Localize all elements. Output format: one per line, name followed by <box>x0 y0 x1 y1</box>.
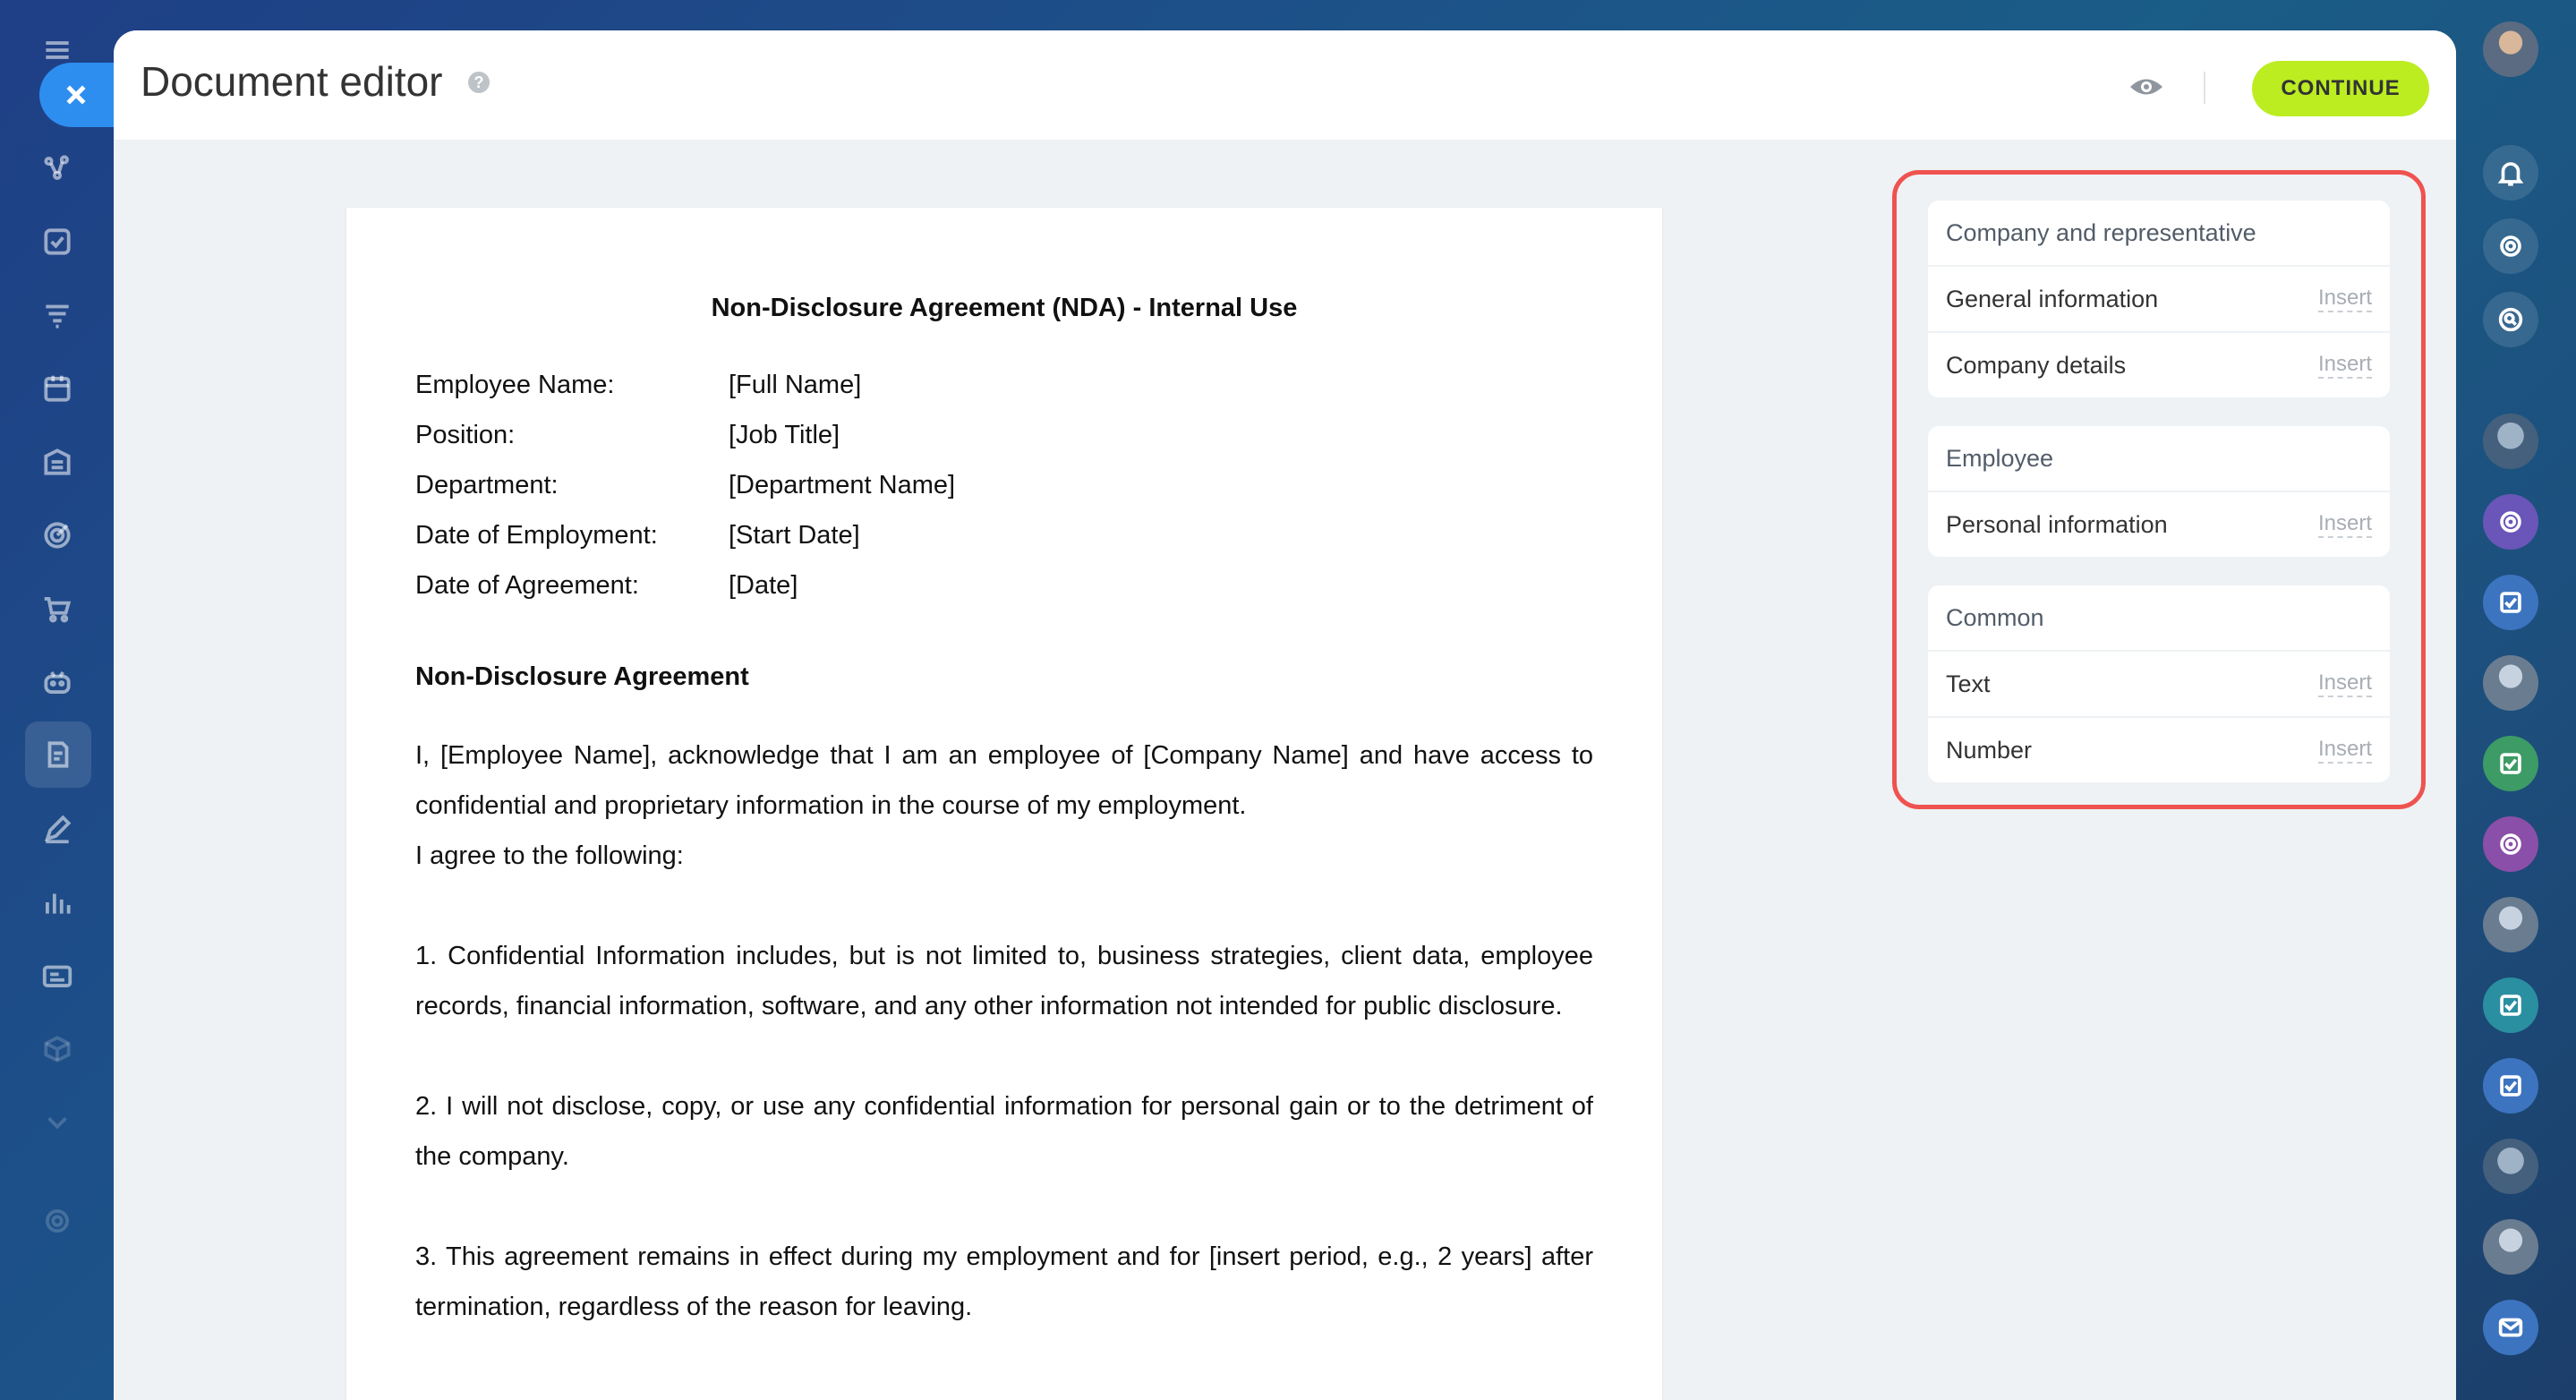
filter-icon[interactable] <box>32 290 82 340</box>
cart-icon[interactable] <box>32 584 82 634</box>
archive-icon[interactable] <box>32 437 82 487</box>
document-title: Non-Disclosure Agreement (NDA) - Interna… <box>711 294 1298 322</box>
document-paragraph: 1. Confidential Information includes, bu… <box>415 942 1593 1020</box>
field-item-company-details[interactable]: Company details Insert <box>1928 333 2390 397</box>
document-page[interactable]: Non-Disclosure Agreement (NDA) - Interna… <box>346 208 1662 1400</box>
field-item-label: General information <box>1946 285 2159 312</box>
chevron-down-icon[interactable] <box>32 1097 82 1148</box>
field-item-personal-information[interactable]: Personal information Insert <box>1928 492 2390 557</box>
task-chat-icon[interactable] <box>2483 977 2538 1033</box>
field-label: Date of Employment: <box>415 521 658 550</box>
field-item-label: Text <box>1946 670 1991 697</box>
field-item-label: Company details <box>1946 351 2127 379</box>
continue-button[interactable]: CONTINUE <box>2252 61 2429 116</box>
field-group-common: Common Text Insert Number Insert <box>1928 585 2390 782</box>
channel-icon[interactable] <box>2483 816 2538 872</box>
field-item-text[interactable]: Text Insert <box>1928 652 2390 718</box>
contact-avatar[interactable] <box>2483 897 2538 952</box>
section-heading: Non-Disclosure Agreement <box>415 662 749 691</box>
group-title: Employee <box>1928 426 2390 492</box>
field-item-general-information[interactable]: General information Insert <box>1928 267 2390 333</box>
contact-avatar[interactable] <box>2483 414 2538 469</box>
field-placeholder: [Job Title] <box>729 421 840 449</box>
target-icon[interactable] <box>32 510 82 560</box>
analytics-icon[interactable] <box>32 877 82 927</box>
task-chat-icon[interactable] <box>2483 736 2538 791</box>
card-icon[interactable] <box>32 951 82 1001</box>
help-icon[interactable]: ? <box>468 72 490 93</box>
close-button[interactable] <box>39 63 120 127</box>
insert-link[interactable]: Insert <box>2317 737 2372 764</box>
document-paragraph: I agree to the following: <box>415 841 684 870</box>
insert-link[interactable]: Insert <box>2317 511 2372 538</box>
group-title: Company and representative <box>1928 201 2390 267</box>
document-paragraph: 2. I will not disclose, copy, or use any… <box>415 1092 1593 1171</box>
document-paragraph: 3. This agreement remains in effect duri… <box>415 1242 1593 1321</box>
group-chat-icon[interactable] <box>2483 494 2538 550</box>
right-activity-rail <box>2456 0 2576 1400</box>
task-chat-icon[interactable] <box>2483 575 2538 630</box>
settings-icon[interactable] <box>32 1196 82 1246</box>
pen-icon[interactable] <box>32 804 82 854</box>
field-label: Position: <box>415 421 516 449</box>
field-placeholder: [Start Date] <box>729 521 860 550</box>
group-title: Common <box>1928 585 2390 652</box>
field-item-label: Number <box>1946 736 2033 764</box>
tasks-icon[interactable] <box>32 217 82 267</box>
field-placeholder: [Full Name] <box>729 371 862 399</box>
document-paragraph: I, [Employee Name], acknowledge that I a… <box>415 741 1593 820</box>
insert-link[interactable]: Insert <box>2317 670 2372 697</box>
insert-link[interactable]: Insert <box>2317 352 2372 379</box>
insert-link[interactable]: Insert <box>2317 286 2372 312</box>
box-icon[interactable] <box>32 1024 82 1074</box>
mail-icon[interactable] <box>2483 1300 2538 1355</box>
page-title: Document editor <box>141 58 443 105</box>
documents-icon[interactable] <box>25 721 91 788</box>
field-label: Date of Agreement: <box>415 571 639 600</box>
field-placeholder: [Department Name] <box>729 471 956 499</box>
chat-search-icon[interactable] <box>2483 292 2538 347</box>
contact-avatar[interactable] <box>2483 655 2538 711</box>
panel-header: Document editor ? CONTINUE <box>114 30 2456 140</box>
group-avatar[interactable] <box>2483 1139 2538 1194</box>
user-avatar[interactable] <box>2483 21 2538 77</box>
calendar-icon[interactable] <box>32 363 82 414</box>
field-group-company: Company and representative General infor… <box>1928 201 2390 397</box>
field-group-employee: Employee Personal information Insert <box>1928 426 2390 557</box>
document-editor-panel: Document editor ? CONTINUE Non-Disclosur… <box>114 30 2456 1400</box>
left-nav-rail <box>0 0 114 1400</box>
contact-avatar[interactable] <box>2483 1219 2538 1275</box>
feed-icon[interactable] <box>2483 218 2538 274</box>
bell-icon[interactable] <box>2483 145 2538 201</box>
header-divider <box>2204 72 2205 104</box>
field-item-number[interactable]: Number Insert <box>1928 718 2390 782</box>
field-label: Department: <box>415 471 559 499</box>
field-label: Employee Name: <box>415 371 615 399</box>
crm-icon[interactable] <box>32 143 82 193</box>
field-item-label: Personal information <box>1946 510 2168 538</box>
close-icon <box>66 85 86 105</box>
task-chat-icon[interactable] <box>2483 1058 2538 1114</box>
field-placeholder: [Date] <box>729 571 798 600</box>
robot-icon[interactable] <box>32 657 82 707</box>
preview-eye-icon[interactable] <box>2128 73 2164 100</box>
